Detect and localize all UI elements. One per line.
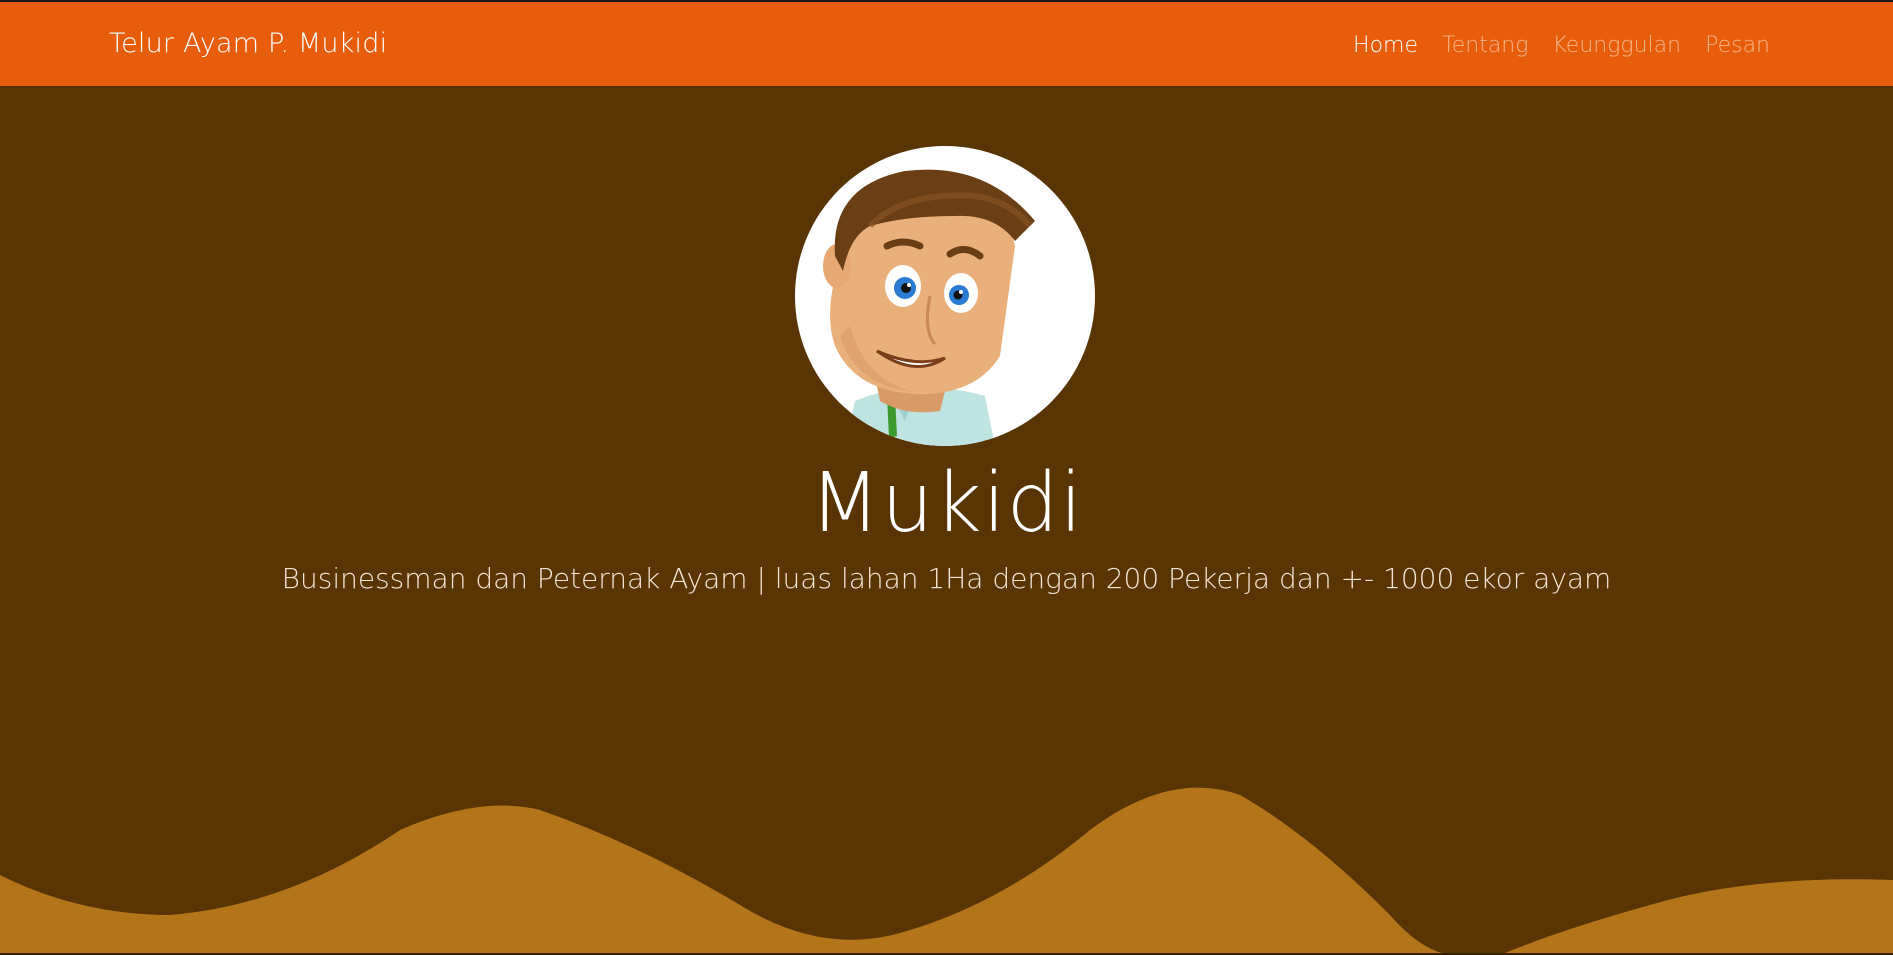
avatar-illustration [823, 169, 1035, 446]
hero-title: Mukidi [809, 456, 1084, 551]
brand-link[interactable]: Telur Ayam P. Mukidi [109, 28, 387, 59]
nav-link-keunggulan[interactable]: Keunggulan [1552, 33, 1681, 58]
hero-subtitle: Businessman dan Peternak Ayam | luas lah… [281, 562, 1612, 595]
nav-link-pesan[interactable]: Pesan [1705, 33, 1770, 58]
nav-link-tentang[interactable]: Tentang [1442, 33, 1528, 58]
navbar: Telur Ayam P. Mukidi Home Tentang Keungg… [0, 0, 1893, 86]
cartoon-man-avatar [795, 146, 1095, 446]
nav-links: Home Tentang Keunggulan Pesan [1353, 33, 1770, 58]
nav-link-home[interactable]: Home [1353, 33, 1418, 58]
hero-section: Mukidi Businessman dan Peternak Ayam | l… [0, 86, 1893, 955]
wave-decoration [0, 787, 1893, 955]
